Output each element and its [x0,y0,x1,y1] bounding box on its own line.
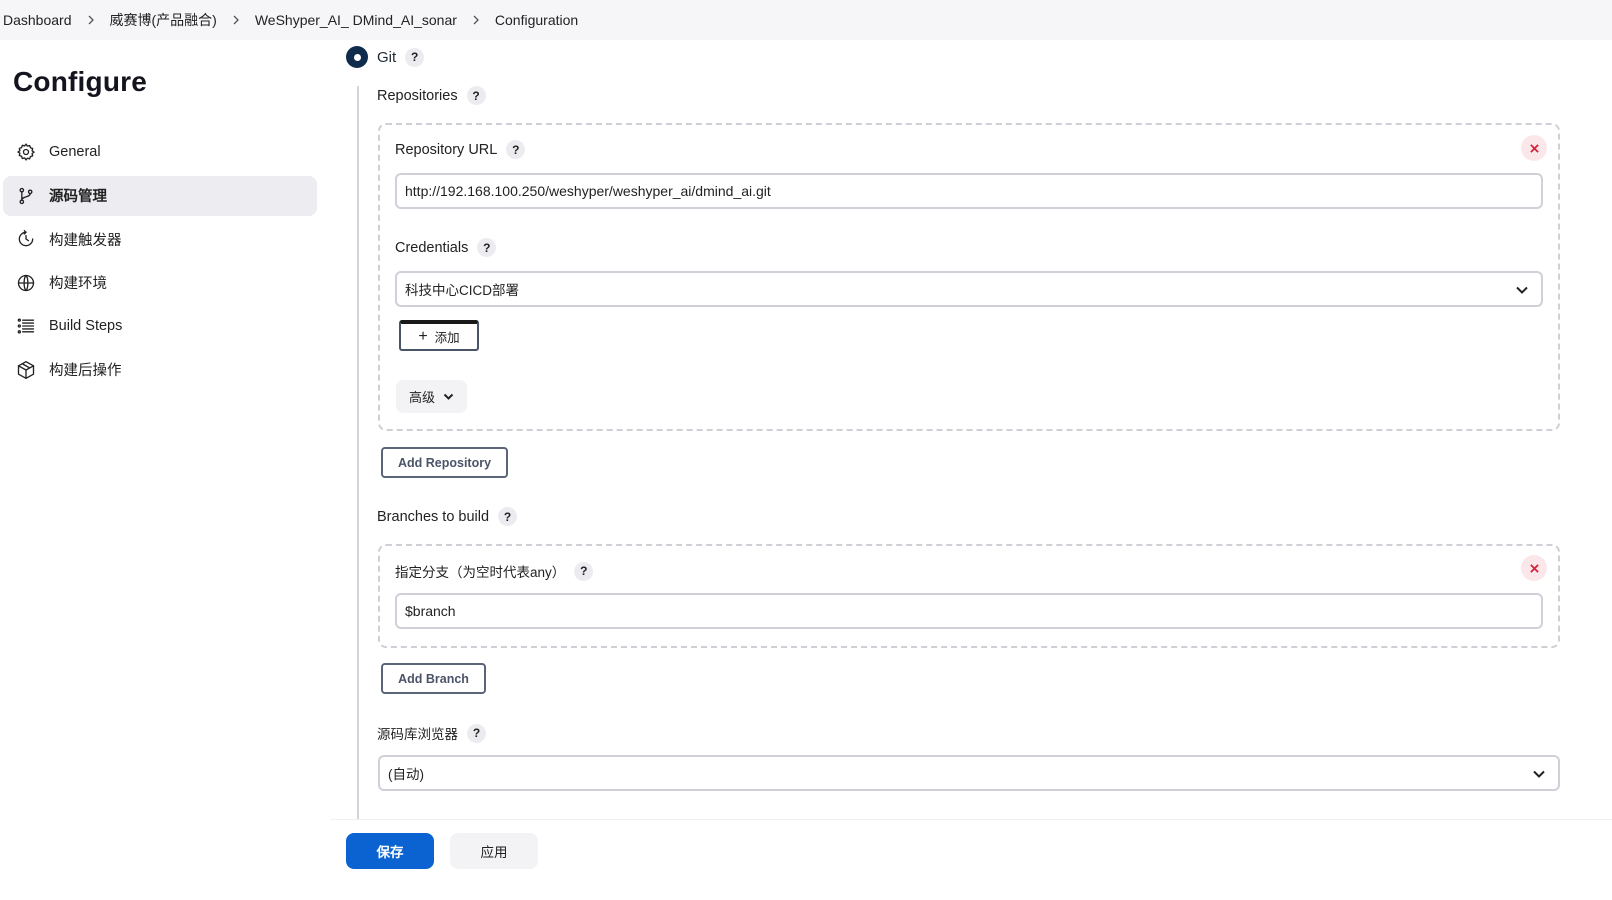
sidebar: Configure General 源码管理 构建触发器 构建环境 Build … [0,40,330,900]
globe-icon [15,272,37,294]
sidebar-nav: General 源码管理 构建触发器 构建环境 Build Steps 构建后操… [3,132,317,393]
section-divider [357,86,359,826]
sidebar-item-label: 构建环境 [49,276,107,292]
repository-url-field[interactable] [395,173,1543,209]
sidebar-item-post-build[interactable]: 构建后操作 [3,350,317,390]
git-radio[interactable] [346,46,368,68]
chevron-right-icon [217,15,255,25]
help-icon[interactable]: ? [466,86,486,105]
close-icon [1529,143,1539,153]
bottom-action-bar: 保存 应用 [330,820,1612,900]
credentials-select[interactable]: 科技中心CICD部署 [395,271,1543,307]
save-button[interactable]: 保存 [346,833,434,869]
clock-icon [15,228,37,250]
branch-specifier-input[interactable] [405,603,1541,619]
repository-url-label: Repository URL ? [395,140,526,159]
sidebar-item-label: 源码管理 [49,189,107,205]
help-icon[interactable]: ? [467,723,486,743]
sidebar-item-label: 构建触发器 [49,232,122,249]
chevron-down-icon [1532,767,1546,781]
add-branch-button[interactable]: Add Branch [381,663,486,694]
breadcrumb-job[interactable]: WeShyper_AI_ DMind_AI_sonar [255,12,457,28]
credentials-label: Credentials ? [395,238,497,257]
repository-url-input[interactable] [405,183,1541,199]
breadcrumb-folder[interactable]: 威赛博(产品融合) [110,10,217,30]
sidebar-item-label: 构建后操作 [49,363,122,379]
list-icon [15,315,37,337]
help-icon[interactable]: ? [506,140,526,159]
branch-icon [15,185,37,207]
package-icon [15,359,37,381]
help-icon[interactable]: ? [574,561,594,581]
chevron-right-icon [72,15,110,25]
breadcrumb-configuration[interactable]: Configuration [495,12,578,28]
chevron-down-icon [1515,283,1529,297]
help-icon[interactable]: ? [498,507,518,526]
plus-icon: + [418,327,428,345]
help-icon[interactable]: ? [477,238,497,257]
breadcrumb-dashboard[interactable]: Dashboard [3,12,72,28]
chevron-right-icon [457,15,495,25]
add-credentials-button[interactable]: + 添加 [399,320,479,351]
breadcrumb: Dashboard 威赛博(产品融合) WeShyper_AI_ DMind_A… [0,0,1612,40]
sidebar-item-general[interactable]: General [3,132,317,172]
sidebar-item-scm[interactable]: 源码管理 [3,175,317,216]
sidebar-item-triggers[interactable]: 构建触发器 [3,219,317,259]
branch-specifier-label: 指定分支（为空时代表any） ? [395,561,594,581]
branch-specifier-field[interactable] [395,593,1543,629]
page-title: Configure [13,66,148,97]
apply-button[interactable]: 应用 [450,833,538,869]
repo-browser-select[interactable]: (自动) [378,755,1560,791]
gear-icon [15,141,37,163]
help-icon[interactable]: ? [405,47,425,67]
sidebar-item-label: General [49,144,101,160]
sidebar-item-environment[interactable]: 构建环境 [3,263,317,303]
branches-label: Branches to build ? [377,507,518,526]
credentials-selected-value: 科技中心CICD部署 [405,283,519,298]
sidebar-item-build-steps[interactable]: Build Steps [3,306,317,346]
advanced-button[interactable]: 高级 [396,380,467,413]
scm-section: Git ? Repositories ? Repository URL ? Cr… [340,40,1612,826]
sidebar-item-label: Build Steps [49,318,123,334]
repo-browser-label: 源码库浏览器 ? [377,723,486,743]
repositories-label: Repositories ? [377,86,486,105]
add-repository-button[interactable]: Add Repository [381,447,508,478]
repo-browser-selected-value: (自动) [388,767,424,782]
delete-repository-button[interactable] [1521,135,1547,161]
delete-branch-button[interactable] [1521,555,1547,581]
chevron-down-icon [443,393,454,400]
git-label: Git [377,48,397,66]
git-option: Git ? [346,46,425,68]
close-icon [1529,563,1539,573]
